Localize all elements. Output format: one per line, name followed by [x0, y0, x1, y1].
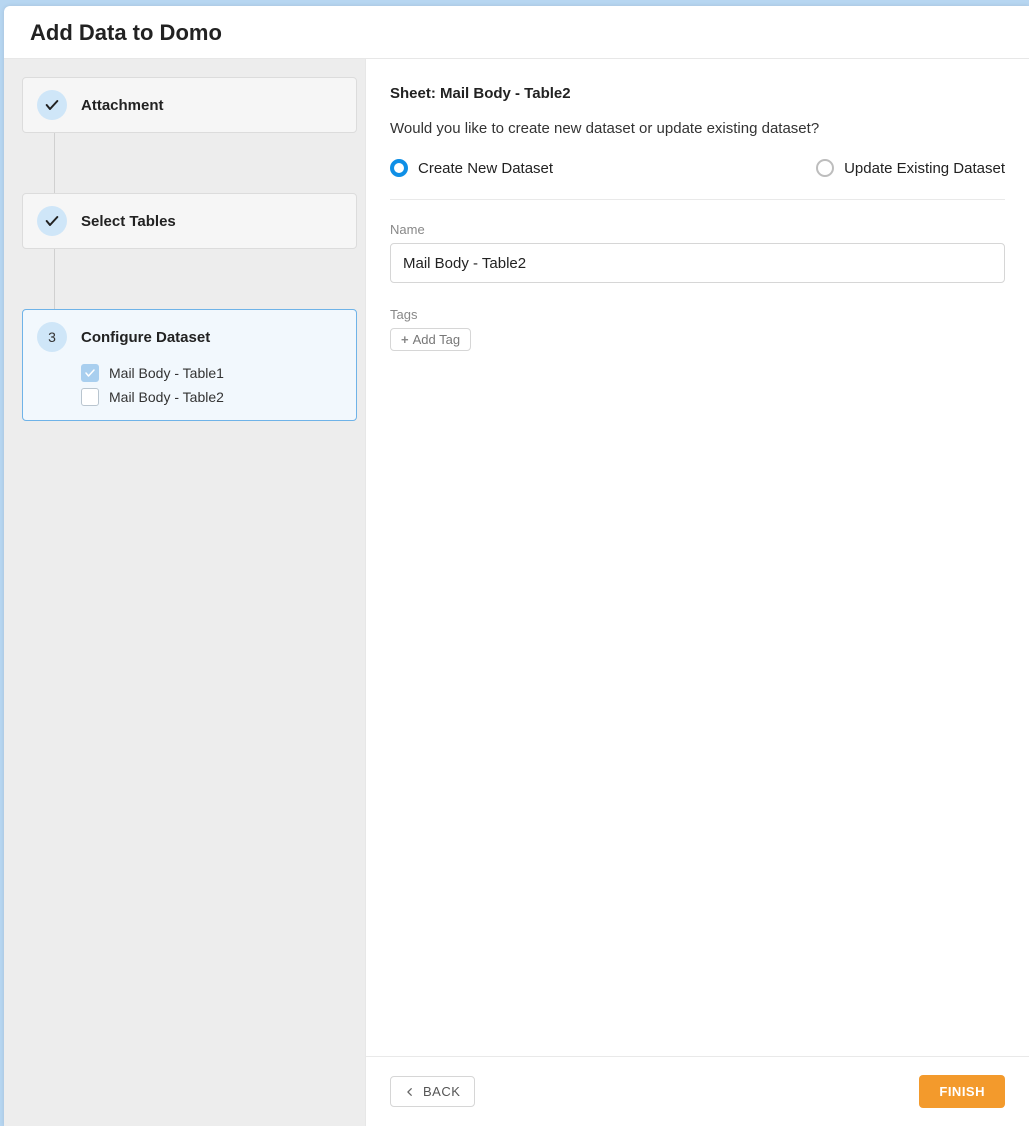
subitem-label: Mail Body - Table2 — [109, 389, 224, 405]
modal: Add Data to Domo Attachment Select Table… — [4, 6, 1029, 1126]
tags-label: Tags — [390, 307, 1005, 322]
tags-field: Tags + Add Tag — [390, 307, 1005, 351]
modal-body: Attachment Select Tables 3 Configure Dat… — [4, 59, 1029, 1126]
step-connector — [54, 249, 56, 309]
dataset-subitem[interactable]: Mail Body - Table2 — [81, 388, 342, 406]
step-attachment[interactable]: Attachment — [22, 77, 357, 133]
add-tag-button[interactable]: + Add Tag — [390, 328, 471, 351]
step-connector — [54, 133, 56, 193]
back-label: BACK — [423, 1084, 460, 1099]
radio-create-new[interactable]: Create New Dataset — [390, 159, 553, 177]
radio-icon — [390, 159, 408, 177]
finish-button[interactable]: FINISH — [919, 1075, 1005, 1108]
check-icon — [37, 206, 67, 236]
check-icon — [37, 90, 67, 120]
radio-update-existing[interactable]: Update Existing Dataset — [816, 159, 1005, 177]
step-label: Select Tables — [81, 213, 176, 230]
name-field: Name — [390, 222, 1005, 283]
radio-label: Update Existing Dataset — [844, 160, 1005, 177]
dataset-subitem[interactable]: Mail Body - Table1 — [81, 364, 342, 382]
step-label: Attachment — [81, 97, 164, 114]
step-configure-dataset[interactable]: 3 Configure Dataset Mail Body - Table1 — [22, 309, 357, 421]
dataset-mode-radios: Create New Dataset Update Existing Datas… — [390, 159, 1005, 200]
modal-title: Add Data to Domo — [4, 6, 1029, 59]
back-button[interactable]: BACK — [390, 1076, 475, 1107]
step-number-badge: 3 — [37, 322, 67, 352]
step-select-tables[interactable]: Select Tables — [22, 193, 357, 249]
footer: BACK FINISH — [366, 1056, 1029, 1126]
radio-label: Create New Dataset — [418, 160, 553, 177]
main-panel: Sheet: Mail Body - Table2 Would you like… — [366, 59, 1029, 1126]
checkbox-icon[interactable] — [81, 388, 99, 406]
step-label: Configure Dataset — [81, 329, 210, 346]
prompt-text: Would you like to create new dataset or … — [390, 120, 1005, 137]
name-label: Name — [390, 222, 1005, 237]
subitem-label: Mail Body - Table1 — [109, 365, 224, 381]
checkbox-icon[interactable] — [81, 364, 99, 382]
radio-icon — [816, 159, 834, 177]
plus-icon: + — [401, 332, 409, 347]
dataset-name-input[interactable] — [390, 243, 1005, 283]
wizard-sidebar: Attachment Select Tables 3 Configure Dat… — [4, 59, 366, 1126]
chevron-left-icon — [405, 1087, 415, 1097]
add-tag-label: Add Tag — [413, 332, 460, 347]
sheet-heading: Sheet: Mail Body - Table2 — [390, 85, 1005, 102]
